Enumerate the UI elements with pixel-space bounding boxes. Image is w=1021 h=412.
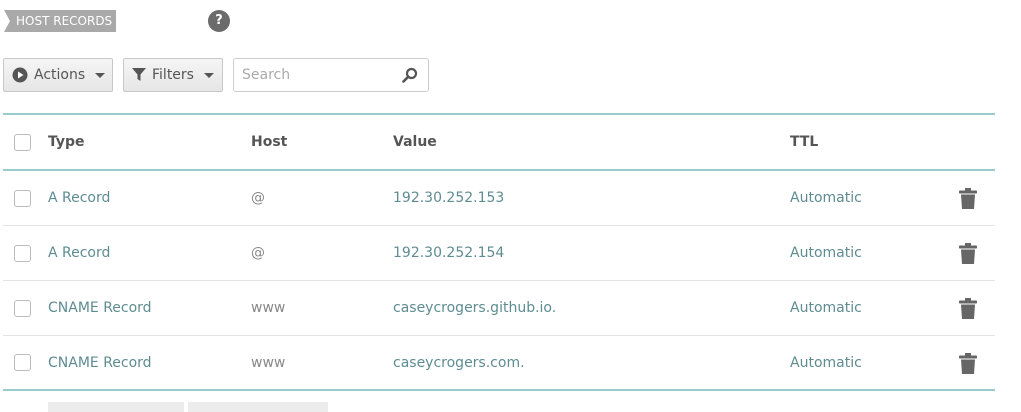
record-value[interactable]: caseycrogers.com.: [393, 355, 525, 371]
record-value[interactable]: 192.30.252.153: [393, 190, 504, 206]
play-circle-icon: [12, 67, 28, 83]
search-box: [233, 58, 429, 92]
row-checkbox[interactable]: [14, 189, 31, 207]
section-title-tag: HOST RECORDS: [4, 10, 116, 32]
help-icon[interactable]: ?: [208, 10, 230, 32]
row-checkbox[interactable]: [14, 299, 31, 317]
record-ttl[interactable]: Automatic: [790, 190, 862, 206]
select-all-checkbox[interactable]: [14, 133, 31, 151]
record-ttl[interactable]: Automatic: [790, 355, 862, 371]
record-type[interactable]: CNAME Record: [48, 300, 152, 316]
chevron-down-icon: [203, 72, 214, 78]
trash-icon[interactable]: [959, 353, 977, 378]
table-row: CNAME Record www caseycrogers.github.io.…: [3, 281, 995, 336]
search-input[interactable]: [234, 59, 384, 91]
funnel-icon: [132, 68, 146, 82]
actions-button[interactable]: Actions: [3, 58, 113, 92]
record-type[interactable]: CNAME Record: [48, 355, 152, 371]
row-checkbox[interactable]: [14, 354, 31, 371]
table-row: CNAME Record www caseycrogers.com. Autom…: [3, 336, 995, 391]
column-header-value[interactable]: Value: [393, 134, 437, 150]
filters-button[interactable]: Filters: [123, 58, 223, 92]
magnifier-icon[interactable]: [402, 67, 418, 87]
record-host[interactable]: www: [251, 355, 285, 371]
table-row: A Record @ 192.30.252.154 Automatic: [3, 226, 995, 281]
record-host[interactable]: www: [251, 300, 285, 316]
record-host[interactable]: @: [251, 245, 265, 261]
record-value[interactable]: caseycrogers.github.io.: [393, 300, 556, 316]
record-type[interactable]: A Record: [48, 190, 110, 206]
record-ttl[interactable]: Automatic: [790, 300, 862, 316]
record-host[interactable]: @: [251, 190, 265, 206]
actions-label: Actions: [34, 67, 86, 83]
trash-icon[interactable]: [959, 188, 977, 213]
host-records-table: Type Host Value TTL A Record @ 192.30.25…: [3, 113, 995, 391]
row-checkbox[interactable]: [14, 244, 31, 262]
filters-label: Filters: [152, 67, 194, 83]
record-ttl[interactable]: Automatic: [790, 245, 862, 261]
column-header-ttl[interactable]: TTL: [790, 134, 818, 150]
chevron-down-icon: [95, 72, 106, 78]
record-type[interactable]: A Record: [48, 245, 110, 261]
record-value[interactable]: 192.30.252.154: [393, 245, 504, 261]
section-title: HOST RECORDS: [16, 14, 113, 28]
save-changes-button-stub[interactable]: [188, 402, 328, 412]
table-header: Type Host Value TTL: [3, 115, 995, 171]
column-header-host[interactable]: Host: [251, 134, 287, 150]
table-row: A Record @ 192.30.252.153 Automatic: [3, 171, 995, 226]
trash-icon[interactable]: [959, 243, 977, 268]
column-header-type[interactable]: Type: [48, 134, 85, 150]
add-record-button-stub[interactable]: [48, 402, 184, 412]
trash-icon[interactable]: [959, 298, 977, 323]
